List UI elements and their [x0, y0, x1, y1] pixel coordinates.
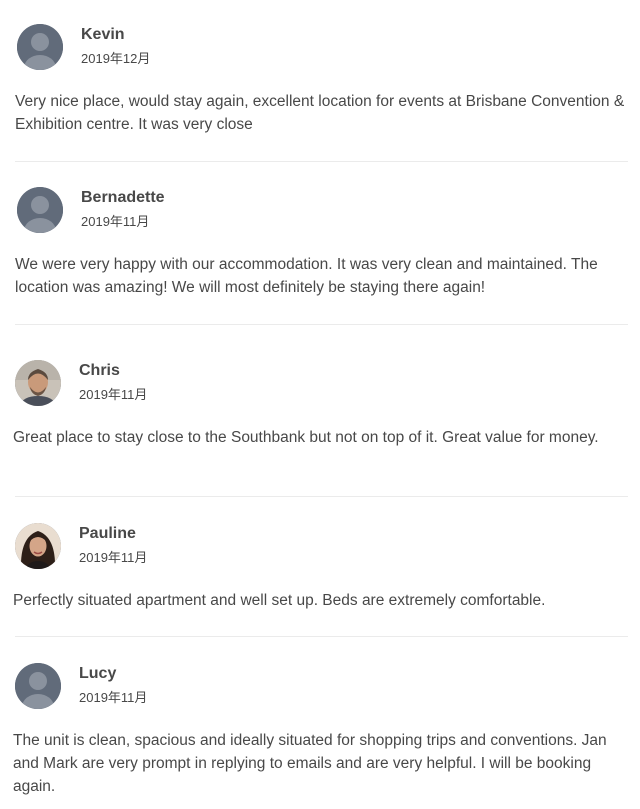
reviewer-name[interactable]: Kevin	[81, 26, 125, 44]
review-text: The unit is clean, spacious and ideally …	[13, 732, 607, 795]
user-avatar-icon[interactable]	[15, 663, 61, 709]
user-photo-avatar[interactable]	[15, 360, 61, 406]
review-text: We were very happy with our accommodatio…	[15, 256, 598, 296]
user-photo-avatar[interactable]	[15, 523, 61, 569]
review-header: Chris 2019年11月	[0, 360, 400, 408]
reviewer-name[interactable]: Lucy	[79, 665, 116, 683]
user-avatar-icon[interactable]	[17, 187, 63, 233]
reviewer-name[interactable]: Pauline	[79, 525, 136, 543]
review-header: Kevin 2019年12月	[0, 24, 400, 72]
review-divider	[15, 636, 628, 637]
review-date: 2019年11月	[79, 690, 148, 705]
review-header: Pauline 2019年11月	[0, 523, 400, 571]
review-divider	[15, 496, 628, 497]
review-divider	[15, 161, 628, 162]
review-header: Bernadette 2019年11月	[0, 187, 400, 235]
reviewer-name[interactable]: Chris	[79, 362, 120, 380]
review-text: Great place to stay close to the Southba…	[13, 429, 599, 446]
reviewer-name[interactable]: Bernadette	[81, 189, 165, 207]
review-date: 2019年11月	[79, 387, 148, 402]
review-date: 2019年12月	[81, 51, 151, 66]
user-avatar-icon[interactable]	[17, 24, 63, 70]
review-date: 2019年11月	[81, 214, 150, 229]
review-text: Very nice place, would stay again, excel…	[15, 93, 625, 133]
review-date: 2019年11月	[79, 550, 148, 565]
review-divider	[15, 324, 628, 325]
person-photo-icon	[15, 360, 61, 406]
review-header: Lucy 2019年11月	[0, 663, 400, 711]
person-photo-icon	[15, 523, 61, 569]
review-text: Perfectly situated apartment and well se…	[13, 592, 546, 609]
